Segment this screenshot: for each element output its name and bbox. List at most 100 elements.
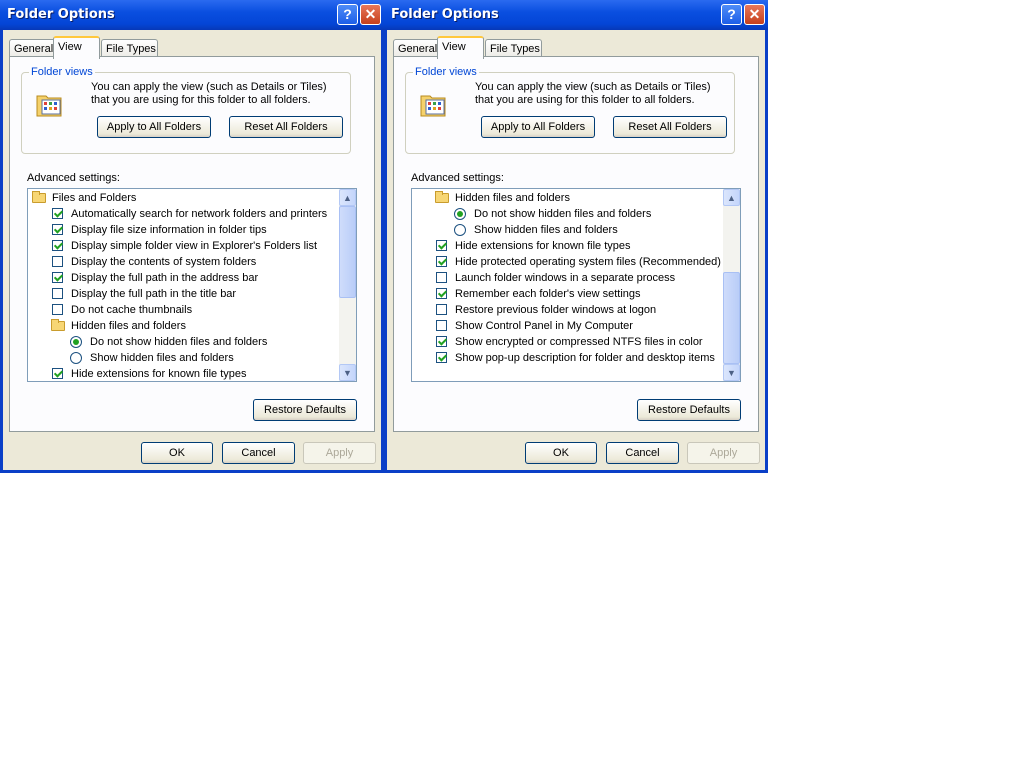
ok-button[interactable]: OK bbox=[141, 442, 213, 464]
folder-icon bbox=[32, 191, 46, 203]
tab-view[interactable]: View bbox=[53, 36, 100, 59]
list-item-label: Do not show hidden files and folders bbox=[474, 208, 652, 220]
list-item[interactable]: Hidden files and folders bbox=[412, 190, 723, 206]
checkbox[interactable] bbox=[52, 304, 63, 315]
list-item[interactable]: Display simple folder view in Explorer's… bbox=[28, 238, 339, 254]
list-item[interactable]: Display the full path in the address bar bbox=[28, 270, 339, 286]
checkbox[interactable] bbox=[436, 304, 447, 315]
checkbox[interactable] bbox=[436, 240, 447, 251]
list-item-label: Hidden files and folders bbox=[71, 320, 186, 332]
tab-view[interactable]: View bbox=[437, 36, 484, 59]
checkbox[interactable] bbox=[52, 256, 63, 267]
list-item[interactable]: Remember each folder's view settings bbox=[412, 286, 723, 302]
tab-general[interactable]: General bbox=[393, 39, 440, 57]
reset-all-folders-button[interactable]: Reset All Folders bbox=[229, 116, 343, 138]
title-bar[interactable]: Folder Options? ✕ bbox=[384, 0, 768, 30]
dialog-client: General View File Types Folder views You can… bbox=[387, 30, 765, 470]
apply-to-all-folders-button[interactable]: Apply to All Folders bbox=[481, 116, 595, 138]
checkbox[interactable] bbox=[436, 272, 447, 283]
list-item-label: Do not cache thumbnails bbox=[71, 304, 193, 316]
vertical-scrollbar[interactable]: ▲ ▼ bbox=[723, 189, 740, 381]
list-item[interactable]: Do not show hidden files and folders bbox=[28, 334, 339, 350]
scroll-down-arrow-icon[interactable]: ▼ bbox=[339, 364, 356, 381]
title-bar[interactable]: Folder Options? ✕ bbox=[0, 0, 384, 30]
list-item[interactable]: Display file size information in folder … bbox=[28, 222, 339, 238]
list-item[interactable]: Hide extensions for known file types bbox=[412, 238, 723, 254]
folder-views-description: You can apply the view (such as Details … bbox=[475, 81, 711, 106]
scroll-thumb[interactable] bbox=[339, 206, 356, 298]
list-item[interactable]: Show pop-up description for folder and d… bbox=[412, 350, 723, 366]
scroll-down-arrow-icon[interactable]: ▼ bbox=[723, 364, 740, 381]
list-item-label: Hidden files and folders bbox=[455, 192, 570, 204]
list-item-label: Display file size information in folder … bbox=[71, 224, 267, 236]
close-icon[interactable]: ✕ bbox=[360, 4, 381, 25]
close-icon[interactable]: ✕ bbox=[744, 4, 765, 25]
folder-views-label: Folder views bbox=[413, 66, 479, 78]
checkbox[interactable] bbox=[436, 288, 447, 299]
reset-all-folders-button[interactable]: Reset All Folders bbox=[613, 116, 727, 138]
window-title: Folder Options bbox=[391, 7, 499, 22]
folder-icon bbox=[435, 191, 449, 203]
list-item[interactable]: Hidden files and folders bbox=[28, 318, 339, 334]
list-item-label: Display the full path in the title bar bbox=[71, 288, 237, 300]
checkbox[interactable] bbox=[52, 240, 63, 251]
list-item[interactable]: Show hidden files and folders bbox=[28, 350, 339, 366]
list-item[interactable]: Do not show hidden files and folders bbox=[412, 206, 723, 222]
scroll-thumb[interactable] bbox=[723, 272, 740, 364]
apply-button[interactable]: Apply bbox=[687, 442, 760, 464]
list-item[interactable]: Files and Folders bbox=[28, 190, 339, 206]
list-item[interactable]: Show encrypted or compressed NTFS files … bbox=[412, 334, 723, 350]
cancel-button[interactable]: Cancel bbox=[606, 442, 679, 464]
restore-defaults-button[interactable]: Restore Defaults bbox=[637, 399, 741, 421]
apply-button[interactable]: Apply bbox=[303, 442, 376, 464]
folder-views-icon bbox=[35, 90, 65, 118]
list-item[interactable]: Hide protected operating system files (R… bbox=[412, 254, 723, 270]
advanced-settings-items: Files and Folders Automatically search fo… bbox=[28, 189, 339, 381]
checkbox[interactable] bbox=[52, 368, 63, 379]
help-icon[interactable]: ? bbox=[721, 4, 742, 25]
list-item[interactable]: Show Control Panel in My Computer bbox=[412, 318, 723, 334]
checkbox[interactable] bbox=[436, 256, 447, 267]
list-item[interactable]: Restore previous folder windows at logon bbox=[412, 302, 723, 318]
checkbox[interactable] bbox=[52, 272, 63, 283]
list-item[interactable]: Display the contents of system folders bbox=[28, 254, 339, 270]
list-item-label: Hide protected operating system files (R… bbox=[455, 256, 721, 268]
folder-views-label: Folder views bbox=[29, 66, 95, 78]
scroll-up-arrow-icon[interactable]: ▲ bbox=[339, 189, 356, 206]
list-item[interactable]: Do not cache thumbnails bbox=[28, 302, 339, 318]
list-item-label: Display the contents of system folders bbox=[71, 256, 257, 268]
folder-icon bbox=[51, 319, 65, 331]
radio-button[interactable] bbox=[454, 208, 466, 220]
checkbox[interactable] bbox=[436, 320, 447, 331]
checkbox[interactable] bbox=[52, 288, 63, 299]
list-item-label: Show pop-up description for folder and d… bbox=[455, 352, 715, 364]
folder-views-description: You can apply the view (such as Details … bbox=[91, 81, 327, 106]
apply-to-all-folders-button[interactable]: Apply to All Folders bbox=[97, 116, 211, 138]
list-item[interactable]: Hide extensions for known file types bbox=[28, 366, 339, 381]
vertical-scrollbar[interactable]: ▲ ▼ bbox=[339, 189, 356, 381]
checkbox[interactable] bbox=[436, 336, 447, 347]
radio-button[interactable] bbox=[70, 336, 82, 348]
tab-file-types[interactable]: File Types bbox=[485, 39, 542, 57]
list-item[interactable]: Automatically search for network folders… bbox=[28, 206, 339, 222]
ok-button[interactable]: OK bbox=[525, 442, 597, 464]
checkbox[interactable] bbox=[52, 208, 63, 219]
list-item-label: Display simple folder view in Explorer's… bbox=[71, 240, 318, 252]
advanced-settings-list[interactable]: Hidden files and folders Do not show hidd… bbox=[411, 188, 741, 382]
cancel-button[interactable]: Cancel bbox=[222, 442, 295, 464]
list-item-label: Hide extensions for known file types bbox=[71, 368, 247, 380]
help-icon[interactable]: ? bbox=[337, 4, 358, 25]
tab-file-types[interactable]: File Types bbox=[101, 39, 158, 57]
checkbox[interactable] bbox=[436, 352, 447, 363]
list-item[interactable]: Display the full path in the title bar bbox=[28, 286, 339, 302]
radio-button[interactable] bbox=[454, 224, 466, 236]
radio-button[interactable] bbox=[70, 352, 82, 364]
advanced-settings-list[interactable]: Files and Folders Automatically search fo… bbox=[27, 188, 357, 382]
list-item[interactable]: Show hidden files and folders bbox=[412, 222, 723, 238]
restore-defaults-button[interactable]: Restore Defaults bbox=[253, 399, 357, 421]
list-item[interactable]: Launch folder windows in a separate proc… bbox=[412, 270, 723, 286]
scroll-up-arrow-icon[interactable]: ▲ bbox=[723, 189, 740, 206]
tab-general[interactable]: General bbox=[9, 39, 56, 57]
checkbox[interactable] bbox=[52, 224, 63, 235]
window-title: Folder Options bbox=[7, 7, 115, 22]
